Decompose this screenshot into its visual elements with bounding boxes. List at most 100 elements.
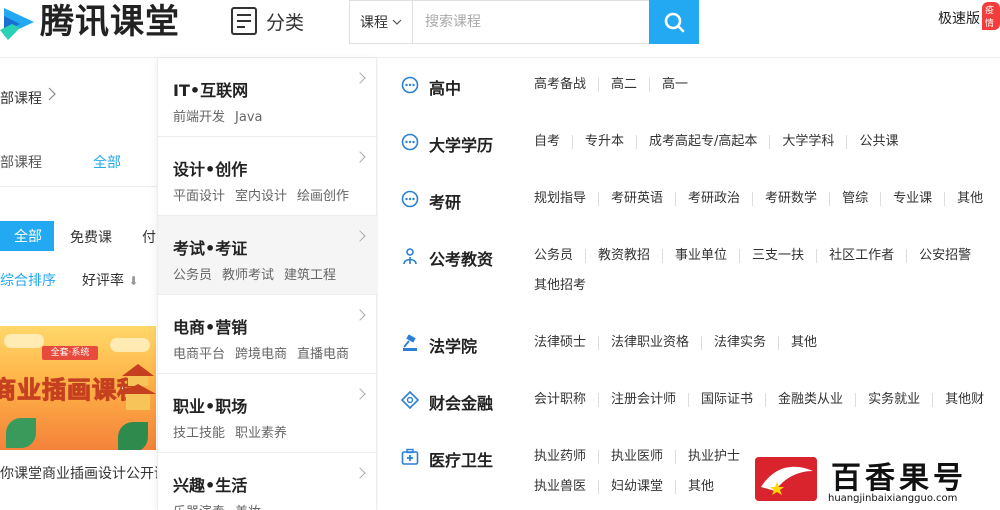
subcategory-link[interactable]: 金融类从业 — [765, 393, 855, 407]
subcategory-link[interactable]: 高考备战 — [534, 78, 598, 92]
filter-all-option[interactable]: 全部 — [93, 152, 121, 172]
search-button[interactable] — [649, 0, 699, 44]
category-sub-link[interactable]: 跨境电商 — [235, 347, 287, 362]
chevron-right-icon — [48, 87, 56, 105]
category-sub-link[interactable]: 教师考试 — [222, 268, 274, 283]
category-item[interactable]: IT•互联网前端开发 Java — [158, 58, 378, 137]
subcategory-link[interactable]: 法律职业资格 — [598, 336, 701, 350]
subcategory-link[interactable]: 注册会计师 — [598, 393, 688, 407]
category-sub-link[interactable]: 电商平台 — [173, 347, 225, 362]
category-item[interactable]: 设计•创作 平面设计 室内设计 绘画创作 — [158, 137, 378, 216]
subcategory-link[interactable]: 实务就业 — [855, 393, 932, 407]
subcategory-group-title[interactable]: 大学学历 — [429, 132, 493, 156]
subcategory-link[interactable]: 其他 — [778, 336, 829, 350]
subcategory-group-title[interactable]: 医疗卫生 — [429, 447, 493, 471]
subcategory-link[interactable]: 其他招考 — [534, 279, 598, 293]
watermark-text: 百香果号 — [831, 461, 967, 496]
subcategory-link-row: 高考备战 高二 高一 — [534, 70, 1000, 100]
subcategory-group-title[interactable]: 财会金融 — [429, 390, 493, 414]
subcategory-link[interactable]: 成考高起专/高起本 — [636, 135, 769, 149]
thumbnail-ribbon: 全套·系统 — [42, 346, 98, 360]
category-sub-link[interactable]: 建筑工程 — [284, 268, 336, 283]
category-sub-link[interactable]: 室内设计 — [235, 189, 287, 204]
subcategory-group-title[interactable]: 公考教资 — [429, 246, 493, 270]
breadcrumb[interactable]: 部课程 — [0, 88, 42, 108]
category-sub-link[interactable]: 绘画创作 — [297, 189, 349, 204]
subcategory-link[interactable]: 执业药师 — [534, 450, 598, 464]
subcategory-link[interactable]: 考研数学 — [752, 192, 829, 206]
category-button[interactable]: 分类 — [230, 4, 304, 38]
subcategory-link[interactable]: 其他 — [944, 192, 995, 206]
category-sub-link[interactable]: 公务员 — [173, 268, 212, 283]
subcategory-link[interactable]: 法律硕士 — [534, 336, 598, 350]
subcategory-link[interactable]: 高二 — [598, 78, 649, 92]
subcategory-link[interactable]: 高一 — [649, 78, 700, 92]
subcategory-link[interactable]: 大学学科 — [769, 135, 846, 149]
subcategory-links: 高考备战 高二 高一 — [534, 70, 1000, 100]
category-sub-link[interactable]: 美妆 — [235, 505, 261, 510]
subcategory-link[interactable]: 法律实务 — [701, 336, 778, 350]
subcategory-group-title[interactable]: 考研 — [429, 189, 461, 213]
tab-free[interactable]: 免费课 — [70, 227, 112, 247]
category-item[interactable]: 职业•职场 技工技能 职业素养 — [158, 374, 378, 453]
subcategory-link[interactable]: 事业单位 — [662, 249, 739, 263]
subcategory-link[interactable]: 其他财 — [932, 393, 996, 407]
speed-version-link[interactable]: 极速版 — [938, 8, 980, 28]
search-type-select[interactable]: 课程 — [350, 1, 413, 43]
watermark: 百香果号 huangjinbaixiangguo.com — [753, 453, 993, 508]
tab-all[interactable]: 全部 — [0, 221, 54, 251]
subcategory-links: 规划指导 考研英语 考研政治 考研数学 管综 专业课 其他 — [534, 184, 1000, 214]
category-name: IT•互联网 — [173, 81, 249, 100]
cloud-decoration — [110, 338, 150, 352]
subcategory-link[interactable]: 妇幼课堂 — [598, 480, 675, 494]
course-thumbnail[interactable]: 全套·系统 商业插画课程 — [0, 326, 156, 450]
tab-paid[interactable]: 付 — [142, 227, 156, 247]
course-title[interactable]: 你课堂商业插画设计公开课 — [0, 463, 160, 483]
category-sub-link[interactable]: 平面设计 — [173, 189, 225, 204]
category-item[interactable]: 兴趣•生活乐器演奏 美妆 — [158, 453, 378, 510]
category-sub-link[interactable]: 职业素养 — [235, 426, 287, 441]
subcategory-group-title[interactable]: 法学院 — [429, 333, 477, 357]
category-item[interactable]: 考试•考证 公务员 教师考试 建筑工程 — [158, 216, 378, 295]
sort-rating[interactable]: 好评率 ⬇ — [82, 270, 139, 290]
subcategory-link[interactable]: 公务员 — [534, 249, 585, 263]
subcategory-link[interactable]: 自考 — [534, 135, 572, 149]
arrow-down-icon: ⬇ — [128, 274, 139, 288]
search-type-label: 课程 — [360, 15, 388, 31]
subcategory-link[interactable]: 社区工作者 — [816, 249, 906, 263]
subcategory-link[interactable]: 考研英语 — [598, 192, 675, 206]
category-sub-link[interactable]: 乐器演奏 — [173, 505, 225, 510]
sort-default[interactable]: 综合排序 — [0, 270, 56, 290]
brand-logo[interactable]: 腾讯课堂 — [0, 2, 180, 42]
subcategory-group-title[interactable]: 高中 — [429, 75, 461, 99]
category-item[interactable]: 电商•营销电商平台 跨境电商 直播电商 — [158, 295, 378, 374]
subcategory-link[interactable]: 教资教招 — [585, 249, 662, 263]
category-sub-link[interactable]: 前端开发 — [173, 110, 225, 125]
search-icon — [664, 12, 685, 33]
category-sub-link[interactable]: 技工技能 — [173, 426, 225, 441]
subcategory-link[interactable]: 执业医师 — [598, 450, 675, 464]
subcategory-link[interactable]: 管综 — [829, 192, 880, 206]
category-sub-links: 技工技能 职业素养 — [173, 422, 297, 441]
subcategory-link[interactable]: 执业护士 — [675, 450, 752, 464]
filter-label: 部课程 — [0, 155, 42, 171]
subcategory-links: 自考 专升本 成考高起专/高起本 大学学科 公共课 — [534, 127, 1000, 157]
people-icon — [400, 246, 420, 266]
category-sub-link[interactable]: Java — [235, 110, 262, 125]
category-name: 电商•营销 — [173, 318, 248, 337]
subcategory-link[interactable]: 执业兽医 — [534, 480, 598, 494]
brand-name: 腾讯课堂 — [40, 2, 180, 42]
subcategory-link[interactable]: 考研政治 — [675, 192, 752, 206]
category-sub-link[interactable]: 直播电商 — [297, 347, 349, 362]
search-input[interactable] — [413, 1, 649, 43]
subcategory-link[interactable]: 规划指导 — [534, 192, 598, 206]
subcategory-link[interactable]: 国际证书 — [688, 393, 765, 407]
subcategory-link[interactable]: 其他 — [675, 480, 726, 494]
subcategory-link[interactable]: 公安招警 — [906, 249, 983, 263]
category-name: 兴趣•生活 — [173, 476, 248, 495]
subcategory-link[interactable]: 三支一扶 — [739, 249, 816, 263]
subcategory-link[interactable]: 专业课 — [880, 192, 944, 206]
subcategory-link[interactable]: 会计职称 — [534, 393, 598, 407]
subcategory-link[interactable]: 公共课 — [846, 135, 910, 149]
subcategory-link[interactable]: 专升本 — [572, 135, 636, 149]
